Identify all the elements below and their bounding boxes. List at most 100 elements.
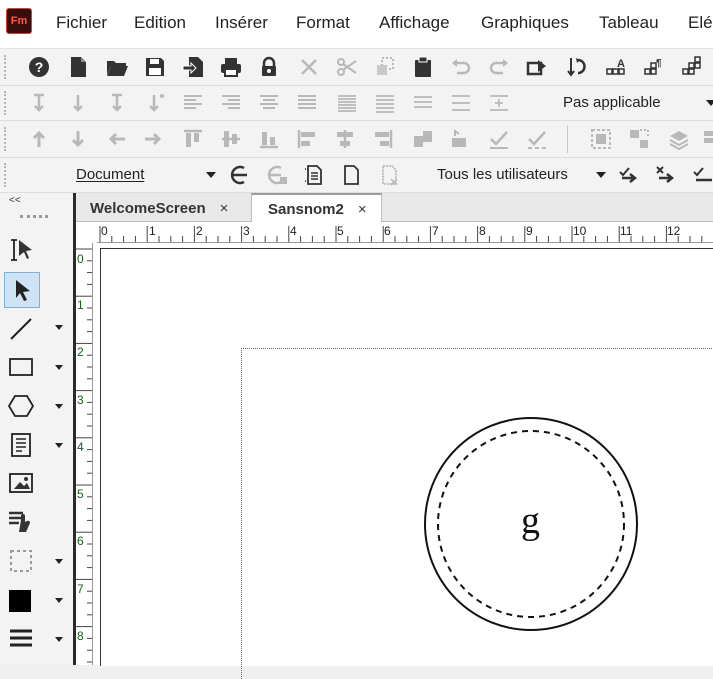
- chevron-down-icon[interactable]: [55, 598, 63, 603]
- line-width-icon[interactable]: [4, 622, 38, 656]
- align-right-icon[interactable]: [218, 90, 244, 116]
- redo-icon[interactable]: [486, 54, 512, 80]
- menu-tableau[interactable]: Tableau: [599, 13, 659, 33]
- horizontal-ruler[interactable]: 0 1 2 3 4 5 6 7 8 9 10 11 12: [97, 222, 713, 243]
- line-spacing-icon[interactable]: [334, 90, 360, 116]
- chevron-down-icon[interactable]: [706, 100, 713, 106]
- hand-tool-icon[interactable]: [4, 505, 38, 539]
- menu-format[interactable]: Format: [296, 13, 350, 33]
- chevron-down-icon[interactable]: [55, 443, 63, 448]
- panel-grip[interactable]: [20, 215, 48, 222]
- group-icon[interactable]: [588, 126, 614, 152]
- close-icon[interactable]: ×: [220, 200, 229, 217]
- menu-fichier[interactable]: Fichier: [56, 13, 107, 33]
- align-top-icon[interactable]: [180, 126, 206, 152]
- sort-icon[interactable]: [564, 54, 590, 80]
- document-page[interactable]: g: [100, 248, 713, 679]
- page-icon[interactable]: [338, 162, 364, 188]
- toolbar-grip[interactable]: [4, 163, 12, 187]
- menu-elements[interactable]: Elé: [688, 13, 713, 33]
- layers-icon[interactable]: [666, 126, 692, 152]
- menu-affichage[interactable]: Affichage: [379, 13, 450, 33]
- circle-text[interactable]: g: [521, 499, 540, 543]
- arrow-up-icon[interactable]: [26, 126, 52, 152]
- new-document-icon[interactable]: [65, 54, 91, 80]
- line-spacing-icon[interactable]: [448, 90, 474, 116]
- table-format-icon[interactable]: [679, 54, 705, 80]
- chevron-down-icon[interactable]: [596, 172, 606, 178]
- object-select-icon[interactable]: [4, 272, 40, 308]
- help-icon[interactable]: ?: [26, 54, 52, 80]
- arrow-right-icon[interactable]: [140, 126, 166, 152]
- polygon-tool-icon[interactable]: [4, 389, 38, 423]
- rotate-icon[interactable]: [448, 126, 474, 152]
- line-spacing-icon[interactable]: [372, 90, 398, 116]
- paragraph-format-icon[interactable]: ¶: [641, 54, 667, 80]
- accept-change-icon[interactable]: [616, 162, 642, 188]
- text-frame-tool-icon[interactable]: [4, 428, 38, 462]
- chevron-down-icon[interactable]: [55, 404, 63, 409]
- lock-icon[interactable]: [256, 54, 282, 80]
- frame-tool-icon[interactable]: [4, 544, 38, 578]
- text-select-icon[interactable]: [4, 233, 38, 267]
- cut-icon[interactable]: [334, 54, 360, 80]
- arrow-down-icon[interactable]: [142, 90, 168, 116]
- track-changes-lock-icon[interactable]: [264, 162, 290, 188]
- image-tool-icon[interactable]: [4, 466, 38, 500]
- chevron-down-icon[interactable]: [55, 559, 63, 564]
- ungroup-icon[interactable]: [626, 126, 652, 152]
- chevron-down-icon[interactable]: [55, 637, 63, 642]
- arrow-down-icon[interactable]: [26, 90, 52, 116]
- tab-welcomescreen[interactable]: WelcomeScreen ×: [90, 196, 228, 221]
- character-format-icon[interactable]: A: [603, 54, 629, 80]
- distribute-icon[interactable]: [410, 126, 436, 152]
- align-center-icon[interactable]: [332, 126, 358, 152]
- toolbar-grip[interactable]: [4, 127, 12, 151]
- vertical-ruler[interactable]: 0 1 2 3 4 5 6 7 8: [76, 243, 93, 665]
- align-left-edges-icon[interactable]: [294, 126, 320, 152]
- toolbar-grip[interactable]: [4, 91, 12, 115]
- open-folder-icon[interactable]: [104, 54, 130, 80]
- line-tool-icon[interactable]: [4, 312, 38, 346]
- align-center-icon[interactable]: [256, 90, 282, 116]
- arrow-down-icon[interactable]: [65, 90, 91, 116]
- alignment-dropdown-value[interactable]: Pas applicable: [563, 94, 661, 111]
- align-right-edges-icon[interactable]: [370, 126, 396, 152]
- redo-all-icon[interactable]: [524, 54, 550, 80]
- copy-icon[interactable]: [372, 54, 398, 80]
- chevron-down-icon[interactable]: [55, 365, 63, 370]
- undo-icon[interactable]: [448, 54, 474, 80]
- fill-color-icon[interactable]: [4, 583, 38, 617]
- align-justify-icon[interactable]: [294, 90, 320, 116]
- users-dropdown-value[interactable]: Tous les utilisateurs: [437, 166, 568, 183]
- save-icon[interactable]: [142, 54, 168, 80]
- arrow-left-icon[interactable]: [104, 126, 130, 152]
- document-preview-icon[interactable]: [301, 162, 327, 188]
- page-delete-icon[interactable]: [376, 162, 402, 188]
- chevron-down-icon[interactable]: [55, 325, 63, 330]
- reject-change-icon[interactable]: [653, 162, 679, 188]
- paste-icon[interactable]: [410, 54, 436, 80]
- stack-icon[interactable]: [700, 126, 713, 152]
- space-icon[interactable]: [486, 90, 512, 116]
- chevron-down-icon[interactable]: [206, 172, 216, 178]
- accept-all-icon[interactable]: [690, 162, 713, 188]
- arrow-down-icon[interactable]: [65, 126, 91, 152]
- check-icon[interactable]: [486, 126, 512, 152]
- track-changes-icon[interactable]: [225, 162, 251, 188]
- menu-edition[interactable]: Edition: [134, 13, 186, 33]
- delete-icon[interactable]: [296, 54, 322, 80]
- export-icon[interactable]: [180, 54, 206, 80]
- align-bottom-icon[interactable]: [256, 126, 282, 152]
- menu-inserer[interactable]: Insérer: [215, 13, 268, 33]
- menu-graphiques[interactable]: Graphiques: [481, 13, 569, 33]
- align-left-icon[interactable]: [180, 90, 206, 116]
- arrow-down-icon[interactable]: [104, 90, 130, 116]
- tab-sansnom2[interactable]: Sansnom2 ×: [251, 193, 382, 223]
- print-icon[interactable]: [218, 54, 244, 80]
- check-icon[interactable]: [524, 126, 550, 152]
- align-middle-icon[interactable]: [218, 126, 244, 152]
- scope-dropdown-value[interactable]: Document: [76, 166, 144, 183]
- toolbar-grip[interactable]: [4, 55, 12, 79]
- line-spacing-icon[interactable]: [410, 90, 436, 116]
